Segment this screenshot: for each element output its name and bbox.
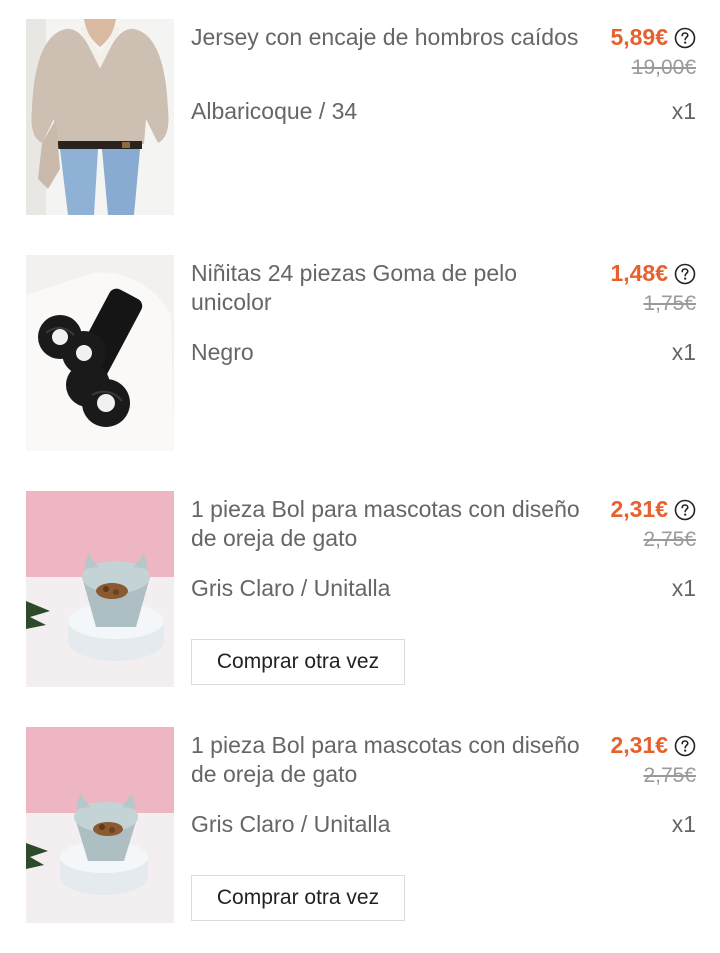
product-image-sweater[interactable] [26, 19, 174, 215]
original-price: 1,75€ [643, 292, 696, 315]
pet-bowl-photo [26, 491, 174, 687]
quantity-label: x1 [671, 575, 696, 601]
quantity-label: x1 [671, 98, 696, 124]
product-image-scrunchies[interactable] [26, 255, 174, 451]
pet-bowl-photo [26, 727, 174, 923]
original-price: 19,00€ [631, 56, 696, 79]
order-item[interactable]: Niñitas 24 piezas Goma de pelo unicolor … [26, 255, 696, 451]
variant-label: Negro [191, 339, 254, 365]
scrunchies-photo [26, 255, 174, 451]
order-item[interactable]: 1 pieza Bol para mascotas con diseño de … [26, 727, 696, 923]
sweater-photo [26, 19, 174, 215]
price-block: 2,31€ 2,75€ [610, 495, 696, 553]
question-circle-icon[interactable] [674, 27, 696, 49]
sale-price: 2,31€ [610, 496, 668, 522]
price-block: 2,31€ 2,75€ [610, 731, 696, 789]
question-circle-icon[interactable] [674, 735, 696, 757]
buy-again-button[interactable]: Comprar otra vez [191, 875, 405, 921]
price-block: 5,89€ 19,00€ [610, 23, 696, 81]
original-price: 2,75€ [643, 764, 696, 787]
original-price: 2,75€ [643, 528, 696, 551]
sale-price: 2,31€ [610, 732, 668, 758]
variant-label: Gris Claro / Unitalla [191, 575, 391, 601]
order-item[interactable]: Jersey con encaje de hombros caídos 5,89… [26, 19, 696, 215]
order-item-list: Jersey con encaje de hombros caídos 5,89… [0, 0, 720, 953]
variant-label: Albaricoque / 34 [191, 98, 358, 124]
buy-again-button[interactable]: Comprar otra vez [191, 639, 405, 685]
order-item[interactable]: 1 pieza Bol para mascotas con diseño de … [26, 491, 696, 687]
variant-label: Gris Claro / Unitalla [191, 811, 391, 837]
product-title[interactable]: Jersey con encaje de hombros caídos [191, 23, 601, 52]
quantity-label: x1 [671, 339, 696, 365]
question-circle-icon[interactable] [674, 263, 696, 285]
product-title[interactable]: Niñitas 24 piezas Goma de pelo unicolor [191, 259, 551, 317]
product-image-pet-bowl[interactable] [26, 491, 174, 687]
sale-price: 1,48€ [610, 260, 668, 286]
product-image-pet-bowl[interactable] [26, 727, 174, 923]
product-title[interactable]: 1 pieza Bol para mascotas con diseño de … [191, 731, 601, 789]
quantity-label: x1 [671, 811, 696, 837]
question-circle-icon[interactable] [674, 499, 696, 521]
sale-price: 5,89€ [610, 24, 668, 50]
product-title[interactable]: 1 pieza Bol para mascotas con diseño de … [191, 495, 601, 553]
price-block: 1,48€ 1,75€ [610, 259, 696, 317]
